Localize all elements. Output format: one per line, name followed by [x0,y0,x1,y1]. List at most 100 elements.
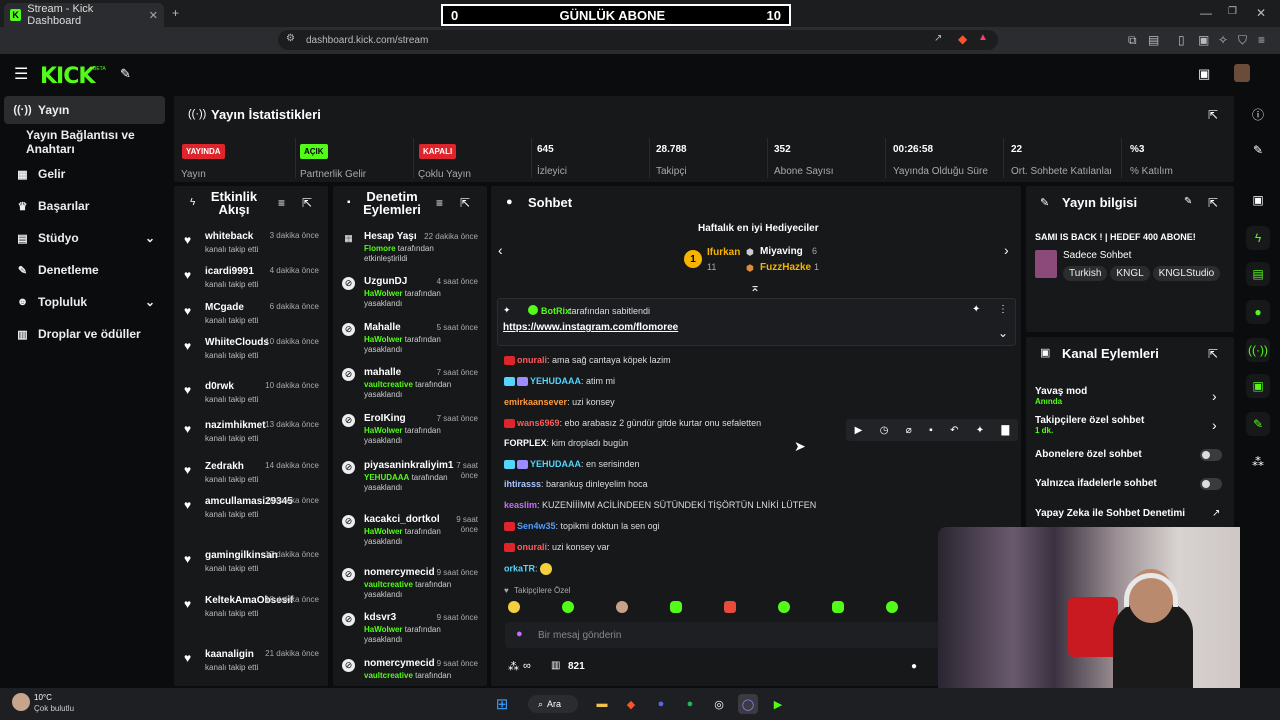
chevron-left-icon[interactable]: ‹ [498,242,503,258]
weather-icon[interactable] [12,693,30,711]
extensions-icon[interactable]: ⧉ [1128,33,1137,48]
info-icon[interactable]: ⓘ [1246,102,1270,126]
moderator-name[interactable]: vaultcreative [364,671,413,680]
sidebar-item-topluluk[interactable]: ☻ Topluluk ⌄ [4,288,165,316]
creator-icon[interactable]: ▣ [1198,66,1210,82]
slow-mode-row[interactable]: Yavaş mod Anında [1035,386,1087,406]
community-icon[interactable]: ⁂ [1246,450,1270,474]
subs-chat-toggle[interactable] [1200,449,1222,461]
edit-icon[interactable]: ✎ [1184,196,1192,207]
hamburger-menu-icon[interactable]: ☰ [14,64,28,84]
wallet-icon[interactable]: ▣ [1198,33,1209,47]
share-icon[interactable]: ↗ [934,33,942,44]
followers-chat-row[interactable]: Takipçilere özel sohbet 1 dk. [1035,415,1144,435]
stream-info-icon[interactable]: ▣ [1246,374,1270,398]
chat-message[interactable]: orkaTR: [504,563,553,575]
activity-row[interactable]: ♥ gamingilkinsan 17 dakika önce kanalı taki… [180,550,325,586]
sidebar-item-denetleme[interactable]: ✎ Denetleme [4,256,165,284]
moderation-row[interactable]: ⊘ Mahalle 5 saat önce HaWolwer tarafından y… [338,322,484,367]
moderator-name[interactable]: HaWolwer [364,289,403,298]
moderation-row[interactable]: ⊘ kacakci_dortkol 9 saat önce HaWolwer tara… [338,514,484,559]
delete-icon[interactable]: ▇ [1002,425,1010,436]
emote-icon[interactable] [886,601,898,613]
timeout-icon[interactable]: ◷ [880,425,889,436]
brave-rewards-icon[interactable]: ▲ [978,32,988,43]
window-close-icon[interactable]: ✕ [1256,6,1266,20]
moderator-name[interactable]: HaWolwer [364,625,403,634]
emote-icon[interactable] [670,601,682,613]
document-icon[interactable]: ▤ [1246,262,1270,286]
broadcast-icon[interactable]: ((·)) [1246,338,1270,362]
activity-row[interactable]: ♥ Zedrakh 14 dakika önce kanalı takip etti [180,461,325,497]
sidebar-item-studyo[interactable]: ▤ Stüdyo ⌄ [4,224,165,252]
emote-icon[interactable] [832,601,844,613]
chat-username[interactable]: wans6969 [517,418,560,428]
obs-icon[interactable]: ◎ [709,694,729,714]
chat-username[interactable]: orkaTR [504,563,535,573]
moderation-target[interactable]: kacakci_dortkol [364,514,440,525]
activity-row[interactable]: ♥ MCgade 6 dakika önce kanalı takip etti [180,302,325,338]
chevron-right-icon[interactable]: › [1212,417,1217,433]
spotify-icon[interactable]: ● [680,694,700,714]
expand-icon[interactable]: ⌅ [750,280,760,294]
chat-icon[interactable]: ● [1246,300,1270,324]
undo-icon[interactable]: ↶ [950,425,958,436]
discord-icon[interactable]: ● [651,694,671,714]
emote-icon[interactable] [562,601,574,613]
unpin-icon[interactable]: ✦ [972,304,980,315]
kick-logo[interactable]: KICK [40,64,95,89]
new-tab-icon[interactable]: + [172,6,179,20]
pinned-link[interactable]: https://www.instagram.com/flomoree [503,322,678,333]
gifter-name[interactable]: FuzzHazke [760,262,811,273]
popout-icon[interactable]: ⇱ [1208,108,1218,122]
chat-username[interactable]: FORPLEX [504,438,547,448]
popout-icon[interactable]: ⇱ [1208,196,1218,210]
activity-row[interactable]: ♥ icardi9991 4 dakika önce kanalı takip ett… [180,266,325,302]
moderator-name[interactable]: vaultcreative [364,580,413,589]
chat-message[interactable]: onurali: uzi konsey var [504,542,610,553]
close-tab-icon[interactable]: ✕ [149,9,158,22]
pin-icon[interactable]: ✦ [976,425,984,436]
chevron-down-icon[interactable]: ⌄ [998,326,1008,340]
moderation-row[interactable]: ⊘ EroIKing 7 saat önce HaWolwer tarafından … [338,413,484,458]
moderation-target[interactable]: kdsvr3 [364,612,396,623]
mic-icon[interactable]: ● [516,628,523,640]
copy-icon[interactable]: ▪ [929,425,933,436]
moderator-name[interactable]: HaWolwer [364,335,403,344]
tools-icon[interactable]: ✎ [120,66,131,82]
moderator-name[interactable]: HaWolwer [364,527,403,536]
activity-row[interactable]: ♥ nazimhikmet 13 dakika önce kanalı takip e… [180,420,325,456]
emote-icon[interactable] [616,601,628,613]
infinity-icon[interactable]: ∞ [523,660,531,672]
moderation-target[interactable]: mahalle [364,367,401,378]
maximize-icon[interactable]: ❐ [1228,6,1237,17]
moderation-target[interactable]: piyasaninkraliyim1 [364,460,454,471]
brave-icon[interactable]: ◆ [621,694,641,714]
moderation-target[interactable]: Mahalle [364,322,401,333]
emote-icon[interactable] [508,601,520,613]
menu-icon[interactable]: ≡ [1258,33,1265,47]
lightning-icon[interactable]: ϟ [1246,226,1270,250]
emote-icon[interactable] [778,601,790,613]
moderation-target[interactable]: Hesap Yaşı [364,231,417,242]
moderation-row[interactable]: ⊘ nomercymecid 9 saat önce vaultcreative ta… [338,567,484,612]
windows-start-icon[interactable]: ⊞ [492,694,512,714]
popout-icon[interactable]: ⇱ [460,196,470,210]
sidebar-item-droplar[interactable]: ▥ Droplar ve ödüller [4,320,165,348]
chat-message[interactable]: YEHUDAAA: en serisinden [504,459,640,470]
chat-username[interactable]: emirkaansever [504,397,567,407]
filter-icon[interactable]: ≡ [278,196,285,210]
chat-username[interactable]: onurali [517,542,547,552]
ai-icon[interactable]: ✧ [1218,33,1228,47]
chat-username[interactable]: Sen4w35 [517,521,556,531]
chevron-right-icon[interactable]: › [1212,388,1217,404]
moderation-row[interactable]: ⊘ mahalle 7 saat önce vaultcreative tarafın… [338,367,484,412]
sidebar-item-gelir[interactable]: ▦ Gelir [4,160,165,188]
chat-username[interactable]: ihtirasss [504,479,541,489]
activity-row[interactable]: ♥ d0rwk 10 dakika önce kanalı takip etti [180,381,325,417]
external-link-icon[interactable]: ↗ [1212,508,1220,519]
moderation-target[interactable]: EroIKing [364,413,406,424]
activity-username[interactable]: Zedrakh [205,461,244,472]
chevron-right-icon[interactable]: › [1004,242,1009,258]
sidebar-item-stream-key[interactable]: Yayın Bağlantısı ve Anahtarı [4,128,165,156]
